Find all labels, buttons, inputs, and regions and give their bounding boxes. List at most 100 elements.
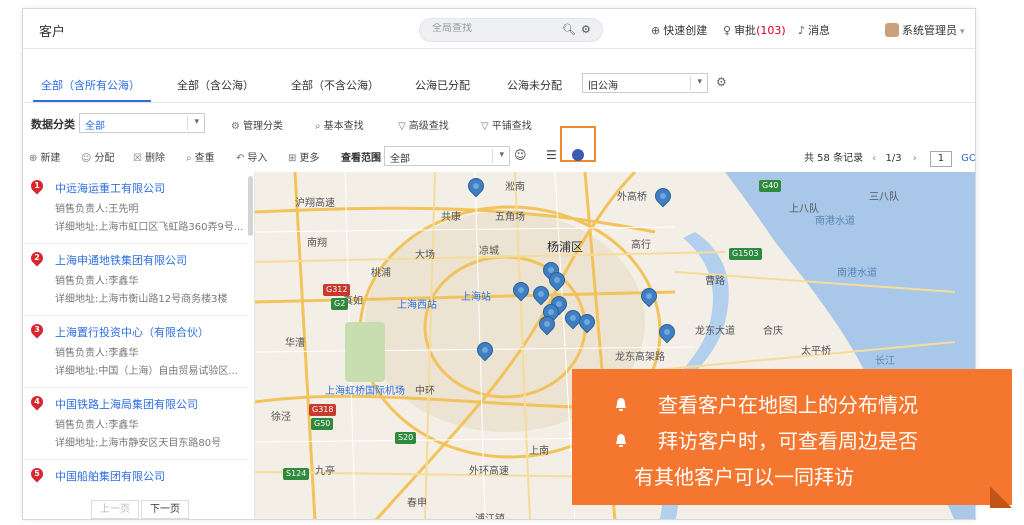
road-sign: G40 [759,180,782,192]
callout-text: 拜访客户时，可查看周边是否 [658,429,918,453]
list-item[interactable]: 1 中远海运重工有限公司 销售负责人:王先明 详细地址:上海市虹口区飞虹路360… [23,172,247,244]
map-label: 南翔 [307,238,327,249]
map-label: 高行 [631,240,651,251]
top-bar: 客户 🔍︎ ⚙ ⊕快速创建 ♀审批(103) ♪消息 系统管理员▾ [23,9,975,49]
map-label: 徐泾 [271,412,291,423]
messages-button[interactable]: ♪ 消息 [798,22,830,38]
customer-address: 详细地址:中国（上海）自由贸易试验区... [55,366,238,377]
chevron-down-icon: ▾ [960,27,965,37]
stamp-icon: ♀ [723,24,732,37]
customer-name[interactable]: 上海申通地铁集团有限公司 [55,252,187,268]
page-title: 客户 [39,25,66,40]
tab-bar: 全部（含所有公海） 全部（含公海） 全部（不含公海） 公海已分配 公海未分配 旧… [23,55,975,103]
list-item[interactable]: 2 上海申通地铁集团有限公司 销售负责人:李鑫华 详细地址:上海市衡山路12号商… [23,244,247,316]
map-label: 上海站 [461,292,491,303]
map-label: 上南 [529,446,549,457]
callout-text: 有其他客户可以一同拜访 [634,465,854,489]
map-label: 龙东高架路 [615,352,665,363]
search-icon: ⌕ [186,153,192,164]
prev-page-button[interactable]: 上一页 [91,500,139,519]
scope-select[interactable]: 全部 ▾ [384,146,510,166]
list-scrollbar[interactable] [248,176,253,236]
advanced-search-button[interactable]: ▽ 高级查找 [398,117,449,132]
import-button[interactable]: ↶ 导入 [236,149,267,164]
tab-sea-assigned[interactable]: 公海已分配 [415,77,470,93]
map-label: 南港水道 [815,216,855,227]
customer-name[interactable]: 中国船舶集团有限公司 [55,468,165,484]
map-label: 上海虹桥国际机场 [325,386,405,397]
list-view-icon[interactable]: ☰ [546,148,557,162]
approval-button[interactable]: ♀ 审批(103) [723,22,786,38]
pagination: 共 58 条记录 ‹ 1/3 › 1 GO [804,149,975,167]
map-label: 浦江镇 [475,514,505,520]
tab-sea-unassigned[interactable]: 公海未分配 [507,77,562,93]
records-total: 共 58 条记录 [804,153,864,164]
chevron-right-icon[interactable]: › [913,153,917,164]
new-button[interactable]: ⊕ 新建 [29,149,60,164]
avatar [885,23,899,37]
chevron-left-icon[interactable]: ‹ [872,153,876,164]
map-label: 曹路 [705,276,725,287]
pool-select[interactable]: 旧公海 ▾ [582,73,708,93]
filter-list-icon: ▽ [481,121,489,132]
list-item[interactable]: 4 中国铁路上海局集团有限公司 销售负责人:李鑫华 详细地址:上海市静安区天目东… [23,388,247,460]
gear-icon[interactable]: ⚙ [716,75,727,89]
customer-name[interactable]: 中国铁路上海局集团有限公司 [55,396,198,412]
search-input[interactable] [432,23,542,34]
next-page-button[interactable]: 下一页 [141,500,189,519]
map-label: 上海西站 [397,300,437,311]
map-label: 龙东大道 [695,326,735,337]
more-button[interactable]: ⊞ 更多 [288,149,319,164]
manage-category-button[interactable]: ⚙ 管理分类 [231,117,283,132]
flat-search-button[interactable]: ▽ 平铺查找 [481,117,532,132]
trash-icon: ☒ [133,153,142,164]
global-search[interactable]: 🔍︎ ⚙ [419,18,603,42]
delete-button[interactable]: ☒ 删除 [133,149,165,164]
map-label: 春申 [407,498,427,509]
road-sign: S124 [283,468,310,480]
map-label: 三八队 [869,192,899,203]
scope-label: 查看范围 [341,153,381,164]
road-sign: G312 [323,284,351,296]
gear-icon: ⚙ [231,121,240,132]
map-label: 九亭 [315,466,335,477]
road-sign: G50 [311,418,334,430]
map-view-icon[interactable] [572,149,584,161]
page-input[interactable]: 1 [929,151,952,167]
road-sign: G318 [309,404,337,416]
map-label: 合庆 [763,326,783,337]
map-label: 淞南 [505,182,525,193]
search-icon[interactable]: 🔍︎ [562,23,576,36]
tab-all-incl-sea[interactable]: 全部（含公海） [177,77,254,93]
basic-search-button[interactable]: ⌕ 基本查找 [315,117,364,132]
import-icon: ↶ [236,153,245,164]
customer-sales: 销售负责人:李鑫华 [55,420,139,431]
bell-icon: ♪ [798,24,806,37]
chevron-down-icon: ▾ [194,117,199,127]
customer-address: 详细地址:上海市静安区天目东路80号 [55,438,222,449]
category-select[interactable]: 全部 ▾ [79,113,205,133]
tab-all-excl-sea[interactable]: 全部（不含公海） [291,77,379,93]
plus-circle-icon: ⊕ [651,24,661,37]
list-item[interactable]: 3 上海置行投资中心（有限合伙） 销售负责人:李鑫华 详细地址:中国（上海）自由… [23,316,247,388]
user-menu[interactable]: 系统管理员 ▾ [885,22,965,38]
road-sign: S20 [395,432,417,444]
dedupe-button[interactable]: ⌕ 查重 [186,149,215,164]
filter-icon: ▽ [398,121,406,132]
user-icon: ☺ [81,153,92,164]
map-label: 凉城 [479,246,499,257]
chevron-down-icon: ▾ [697,77,702,87]
customer-name[interactable]: 上海置行投资中心（有限合伙） [55,324,209,340]
grid-icon: ⊞ [288,153,297,164]
tab-all-with-sea[interactable]: 全部（含所有公海） [41,77,140,93]
quick-create-button[interactable]: ⊕ 快速创建 [651,22,707,38]
customer-list: 1 中远海运重工有限公司 销售负责人:王先明 详细地址:上海市虹口区飞虹路360… [23,172,255,519]
map-label: 南港水道 [837,268,877,279]
plus-circle-icon: ⊕ [29,153,38,164]
user-filter-icon[interactable]: ☺ [514,148,527,162]
settings-icon[interactable]: ⚙ [581,23,591,36]
assign-button[interactable]: ☺ 分配 [81,149,114,164]
go-button[interactable]: GO [961,153,975,164]
customer-name[interactable]: 中远海运重工有限公司 [55,180,165,196]
map-label: 华漕 [285,338,305,349]
